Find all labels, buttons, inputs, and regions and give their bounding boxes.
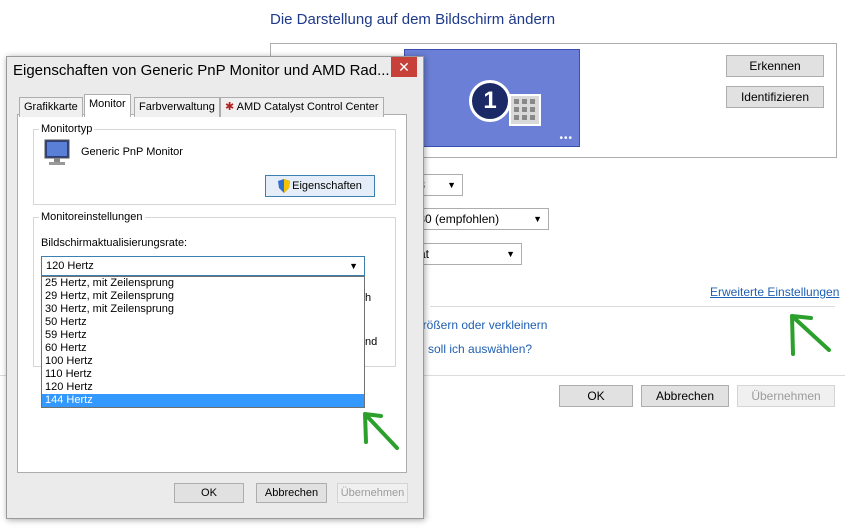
group-label: Monitortyp — [39, 123, 95, 135]
obscured-text: h — [365, 292, 372, 304]
refresh-rate-label: Bildschirmaktualisierungsrate: — [41, 237, 188, 249]
divider — [430, 306, 835, 307]
refresh-rate-option[interactable]: 120 Hertz — [42, 381, 364, 394]
refresh-rate-option[interactable]: 110 Hertz — [42, 368, 364, 381]
refresh-rate-option[interactable]: 144 Hertz — [42, 394, 364, 407]
refresh-rate-option[interactable]: 60 Hertz — [42, 342, 364, 355]
refresh-rate-option[interactable]: 100 Hertz — [42, 355, 364, 368]
monitor-1-thumbnail[interactable]: 1 ••• — [404, 49, 580, 147]
refresh-rate-option[interactable]: 50 Hertz — [42, 316, 364, 329]
chevron-down-icon: ▼ — [349, 261, 358, 271]
ok-button[interactable]: OK — [559, 385, 633, 407]
monitor-icon — [44, 139, 70, 165]
chevron-down-icon: ▼ — [447, 180, 456, 190]
obscured-text: nd — [365, 336, 378, 348]
resize-text-link[interactable]: rgrößern oder verkleinern — [412, 318, 547, 332]
tab-monitor[interactable]: Monitor — [84, 94, 131, 117]
monitor-number: 1 — [469, 80, 511, 122]
page-title: Die Darstellung auf dem Bildschirm änder… — [270, 11, 556, 28]
tab-amd-catalyst[interactable]: ✱ AMD Catalyst Control Center — [220, 97, 384, 117]
tab-grafikkarte[interactable]: Grafikkarte — [19, 97, 83, 117]
refresh-rate-option[interactable]: 25 Hertz, mit Zeilensprung — [42, 277, 364, 290]
close-button[interactable]: ✕ — [391, 57, 417, 77]
tab-farbverwaltung[interactable]: Farbverwaltung — [134, 97, 220, 117]
cancel-button[interactable]: Abbrechen — [256, 483, 327, 503]
monitor-name: Generic PnP Monitor — [81, 146, 183, 158]
advanced-settings-link[interactable]: Erweiterte Einstellungen — [710, 285, 839, 299]
identify-button[interactable]: Identifizieren — [726, 86, 824, 108]
chevron-down-icon: ▼ — [506, 249, 515, 259]
group-label: Monitoreinstellungen — [39, 211, 145, 223]
refresh-rate-option[interactable]: 30 Hertz, mit Zeilensprung — [42, 303, 364, 316]
monitor-grid-icon — [509, 94, 541, 126]
tab-amd-label: AMD Catalyst Control Center — [236, 101, 379, 113]
detect-button[interactable]: Erkennen — [726, 55, 824, 77]
refresh-rate-dropdown: 25 Hertz, mit Zeilensprung 29 Hertz, mit … — [41, 276, 365, 408]
amd-icon: ✱ — [225, 101, 235, 113]
dialog-title: Eigenschaften von Generic PnP Monitor un… — [13, 62, 390, 79]
refresh-rate-option[interactable]: 29 Hertz, mit Zeilensprung — [42, 290, 364, 303]
apply-button[interactable]: Übernehmen — [737, 385, 835, 407]
ok-button[interactable]: OK — [174, 483, 244, 503]
apply-button[interactable]: Übernehmen — [337, 483, 408, 503]
annotation-arrow-icon — [363, 412, 399, 450]
refresh-rate-value: 120 Hertz — [46, 260, 94, 272]
close-icon: ✕ — [398, 59, 410, 75]
more-dots-icon: ••• — [559, 133, 573, 144]
which-settings-link[interactable]: soll ich auswählen? — [428, 342, 532, 356]
annotation-arrow-icon — [790, 314, 831, 356]
refresh-rate-option[interactable]: 59 Hertz — [42, 329, 364, 342]
cancel-button[interactable]: Abbrechen — [641, 385, 729, 407]
properties-button-label: Eigenschaften — [292, 180, 362, 192]
chevron-down-icon: ▼ — [533, 214, 542, 224]
shield-icon — [278, 179, 290, 193]
refresh-rate-select[interactable]: 120 Hertz ▼ — [41, 256, 365, 276]
